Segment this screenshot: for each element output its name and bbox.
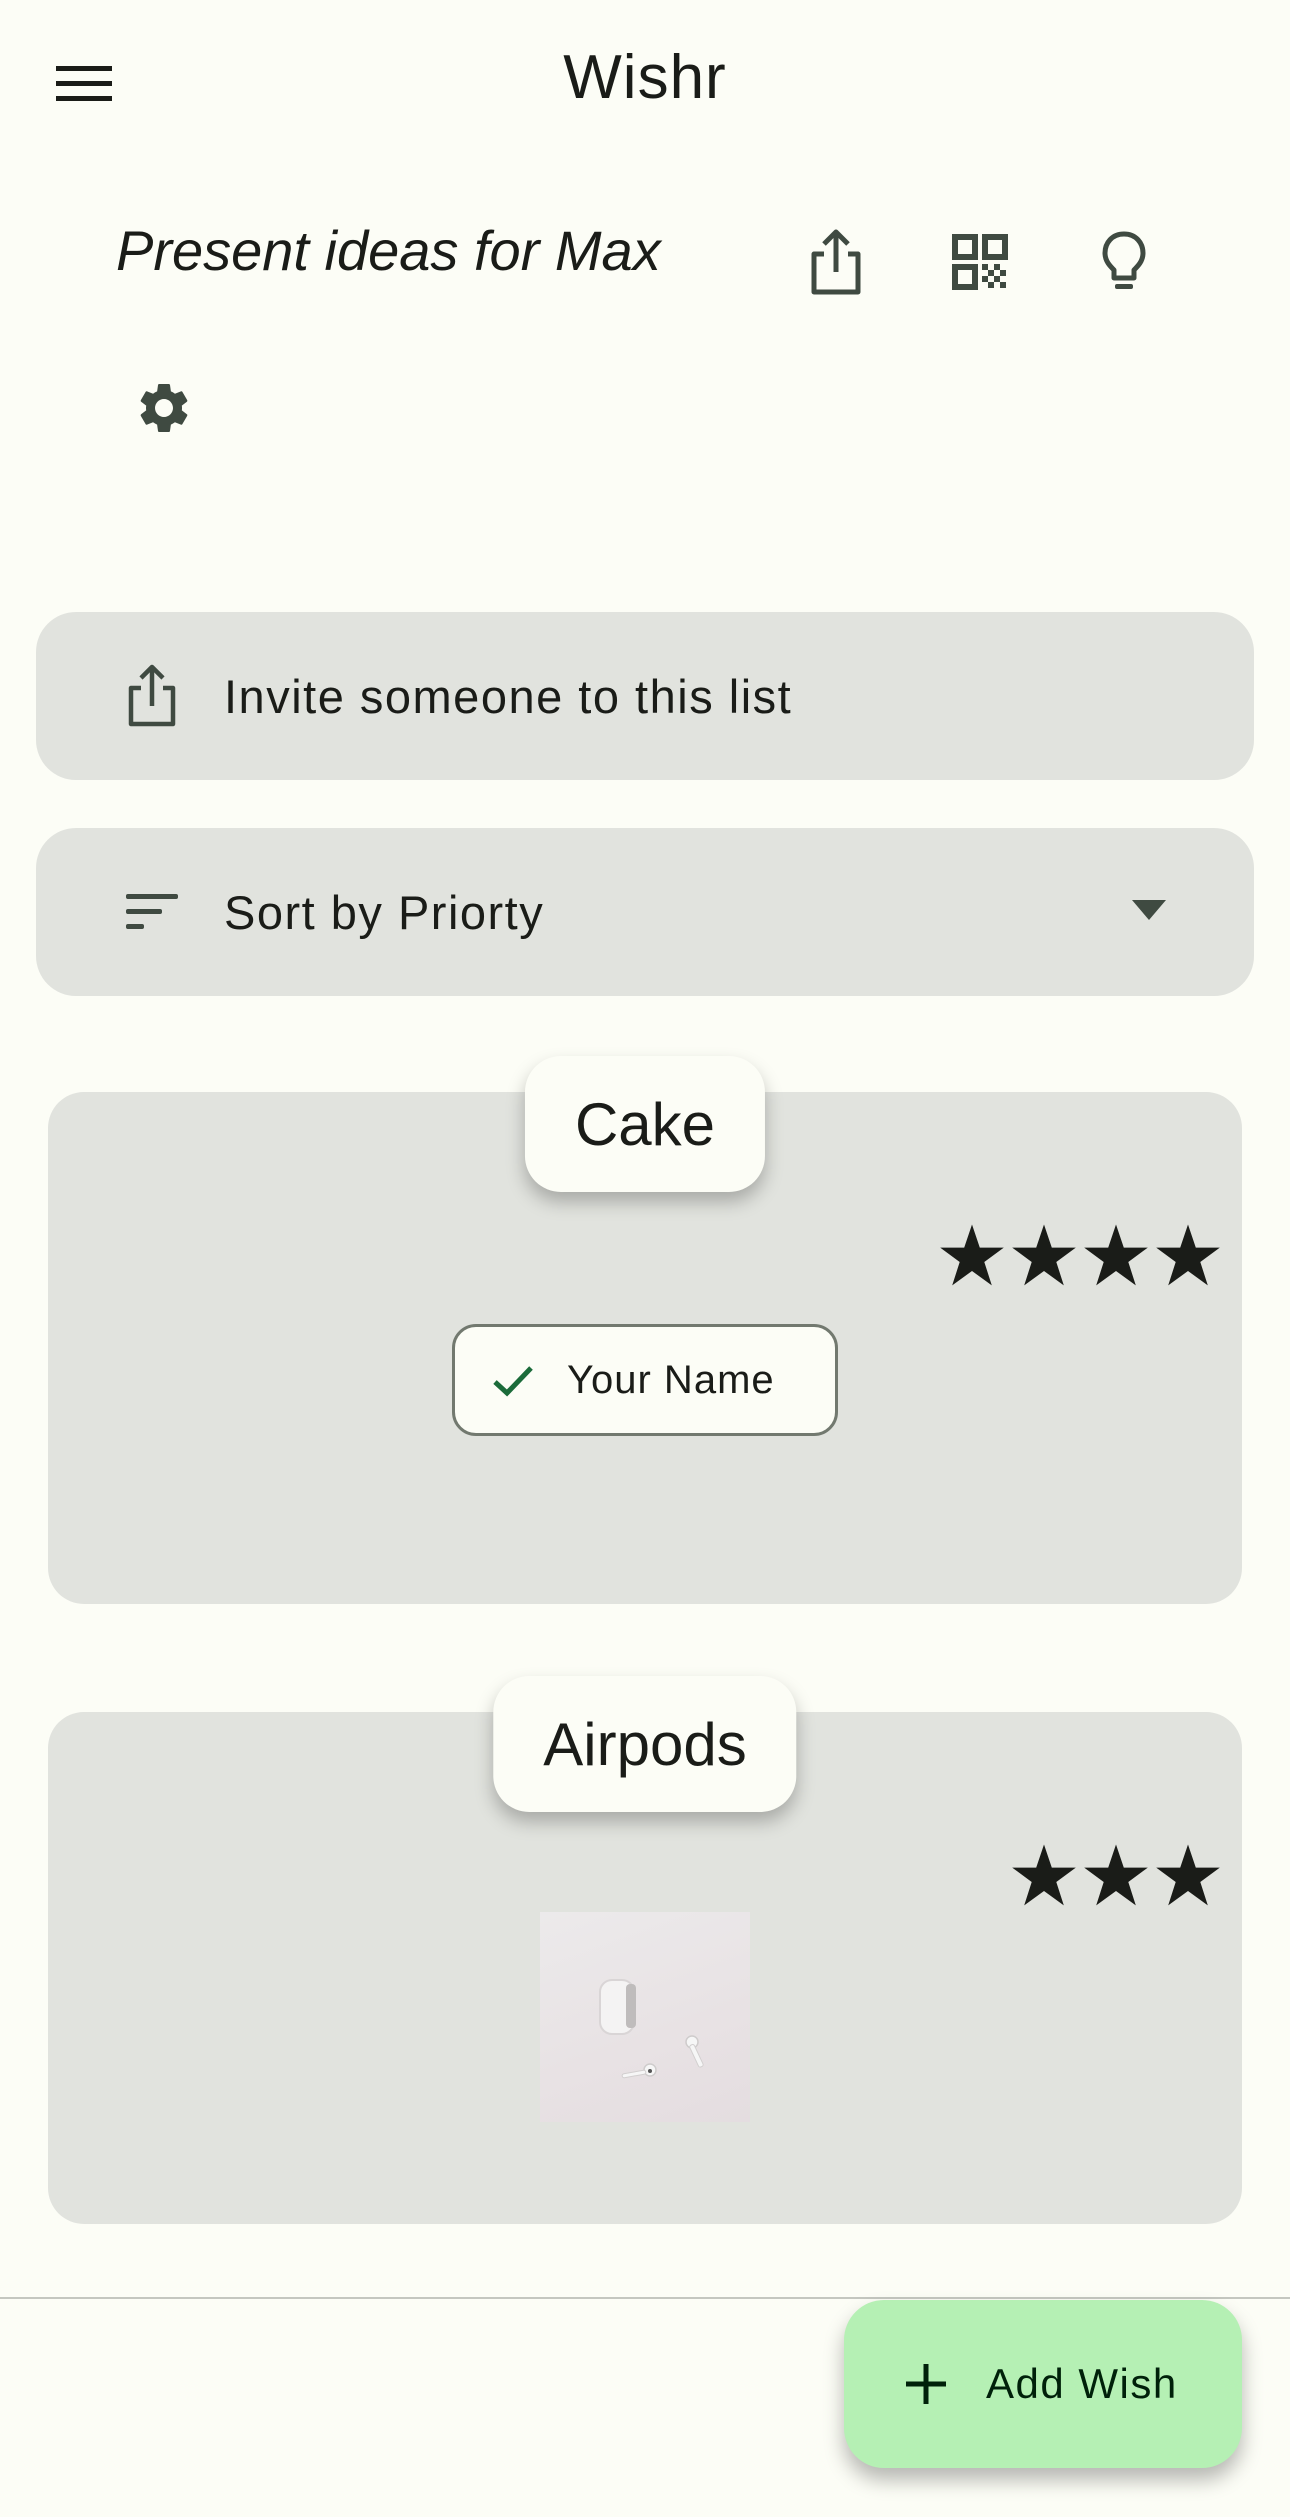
add-wish-label: Add Wish bbox=[986, 2360, 1178, 2407]
claimed-by-label: Your Name bbox=[567, 1357, 775, 1402]
wish-title: Airpods bbox=[493, 1676, 797, 1812]
share-icon bbox=[811, 229, 861, 295]
star-icon bbox=[1084, 1844, 1148, 1906]
app-title: Wishr bbox=[563, 43, 727, 112]
wish-card[interactable]: Airpods bbox=[48, 1676, 1242, 2224]
qr-code-icon bbox=[952, 234, 1008, 290]
wish-title: Cake bbox=[524, 1056, 766, 1192]
star-icon bbox=[1084, 1224, 1148, 1286]
plus-icon bbox=[906, 2364, 946, 2404]
settings-button[interactable] bbox=[116, 360, 212, 456]
star-icon bbox=[1012, 1224, 1076, 1286]
list-title: Present ideas for Max bbox=[116, 219, 661, 282]
invite-label: Invite someone to this list bbox=[224, 669, 793, 723]
share-list-button[interactable] bbox=[788, 214, 884, 310]
gear-icon bbox=[140, 383, 188, 432]
sort-label: Sort by Priorty bbox=[224, 885, 545, 939]
wish-image bbox=[540, 1912, 750, 2122]
wish-card[interactable]: Cake Your Name bbox=[48, 1056, 1242, 1604]
qr-code-button[interactable] bbox=[932, 214, 1028, 310]
star-icon bbox=[1156, 1844, 1220, 1906]
claim-chip[interactable]: Your Name bbox=[452, 1324, 838, 1436]
add-wish-button[interactable]: Add Wish bbox=[844, 2300, 1242, 2468]
star-icon bbox=[1012, 1844, 1076, 1906]
star-icon bbox=[940, 1224, 1004, 1286]
sort-icon bbox=[120, 880, 184, 944]
share-icon bbox=[120, 664, 184, 728]
lightbulb-icon bbox=[1102, 231, 1146, 289]
ideas-button[interactable] bbox=[1076, 214, 1172, 310]
check-icon bbox=[493, 1366, 533, 1397]
invite-someone-button[interactable]: Invite someone to this list bbox=[36, 612, 1254, 780]
bottom-divider bbox=[0, 2297, 1290, 2299]
arrow-drop-down-icon bbox=[1132, 900, 1166, 920]
priority-stars bbox=[936, 1220, 1224, 1292]
sort-dropdown[interactable]: Sort by Priorty bbox=[36, 828, 1254, 996]
priority-stars bbox=[1008, 1840, 1224, 1912]
star-icon bbox=[1156, 1224, 1220, 1286]
